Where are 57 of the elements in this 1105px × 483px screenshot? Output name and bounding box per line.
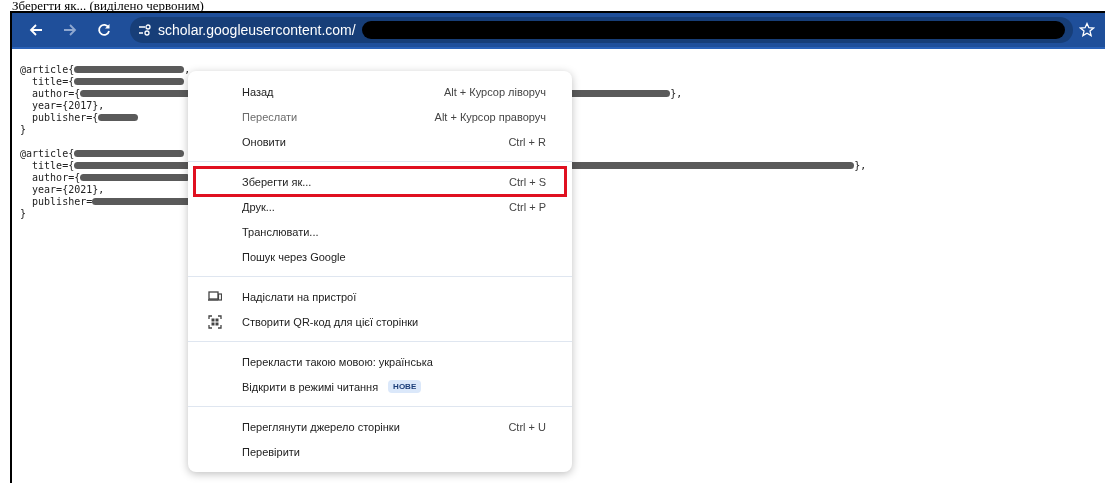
menu-item-label: Пошук через Google bbox=[242, 250, 346, 263]
shortcut-text: Alt + Курсор ліворуч bbox=[443, 85, 546, 98]
menu-item[interactable]: Оновити Ctrl + R bbox=[196, 129, 564, 154]
new-badge: НОВЕ bbox=[388, 380, 422, 393]
shortcut-text: Ctrl + R bbox=[508, 135, 546, 148]
menu-item[interactable]: Друк... Ctrl + P bbox=[196, 194, 564, 219]
menu-item-label: Перевірити bbox=[242, 445, 300, 458]
menu-item-label: Відкрити в режимі читання bbox=[242, 380, 379, 393]
code-text: } bbox=[20, 207, 27, 219]
menu-item[interactable]: Створити QR-код для цієї сторінки bbox=[196, 309, 564, 334]
menu-item[interactable]: Пошук через Google bbox=[196, 244, 564, 269]
menu-item-label: Назад bbox=[242, 85, 274, 98]
menu-item[interactable]: Назад Alt + Курсор ліворуч bbox=[196, 79, 564, 104]
code-text: title={ bbox=[31, 75, 75, 87]
menu-item[interactable]: Перевірити bbox=[196, 439, 564, 464]
menu-item[interactable]: Транслювати... bbox=[196, 219, 564, 244]
menu-item-label: Створити QR-код для цієї сторінки bbox=[242, 315, 419, 328]
code-text: }, bbox=[670, 87, 683, 99]
url-text: scholar.googleusercontent.com/ bbox=[158, 22, 356, 38]
menu-item-label: Оновити bbox=[242, 135, 286, 148]
menu-item[interactable]: Переглянути джерело сторінки Ctrl + U bbox=[196, 414, 564, 439]
site-settings-icon[interactable] bbox=[138, 24, 152, 36]
code-text: @article{ bbox=[20, 147, 75, 159]
code-text: author={ bbox=[31, 87, 81, 99]
menu-item[interactable]: Надіслати на пристрої bbox=[196, 284, 564, 309]
arrow-left-icon bbox=[29, 23, 43, 37]
menu-item-label: Зберегти як... bbox=[242, 175, 312, 188]
code-text: publisher={ bbox=[31, 111, 99, 123]
code-text: , bbox=[184, 63, 191, 75]
menu-item[interactable]: Перекласти такою мовою: українська bbox=[196, 349, 564, 374]
reload-icon bbox=[97, 23, 111, 37]
menu-item-label: Переглянути джерело сторінки bbox=[242, 420, 400, 433]
menu-item-label: Надіслати на пристрої bbox=[242, 290, 357, 303]
code-text: title={ bbox=[31, 159, 75, 171]
shortcut-text: Alt + Курсор праворуч bbox=[434, 110, 546, 123]
code-text: year={2017}, bbox=[31, 99, 105, 111]
menu-item-label: Переслати bbox=[242, 110, 298, 123]
address-bar[interactable]: scholar.googleusercontent.com/ bbox=[130, 17, 1073, 43]
menu-item-label: Друк... bbox=[242, 200, 275, 213]
devices-icon bbox=[208, 291, 222, 302]
code-text: @article{ bbox=[20, 63, 75, 75]
code-text: publisher= bbox=[31, 195, 93, 207]
menu-item[interactable]: Відкрити в режимі читання НОВЕ bbox=[196, 374, 564, 399]
caption-text: Зберегти як... (виділено червоним) bbox=[11, 0, 205, 11]
menu-item[interactable]: Зберегти як... Ctrl + S bbox=[196, 169, 564, 194]
code-text: }, bbox=[854, 159, 867, 171]
shortcut-text: Ctrl + P bbox=[509, 200, 546, 213]
star-icon[interactable] bbox=[1079, 22, 1095, 38]
code-text: year={2021}, bbox=[31, 183, 105, 195]
shortcut-text: Ctrl + S bbox=[509, 175, 546, 188]
shortcut-text: Ctrl + U bbox=[508, 420, 546, 433]
arrow-right-icon bbox=[63, 23, 77, 37]
code-text: author={ bbox=[31, 171, 81, 183]
menu-item-label: Транслювати... bbox=[242, 225, 319, 238]
menu-item-label: Перекласти такою мовою: українська bbox=[242, 355, 433, 368]
qr-code-icon bbox=[208, 314, 222, 329]
code-text: } bbox=[20, 123, 27, 135]
